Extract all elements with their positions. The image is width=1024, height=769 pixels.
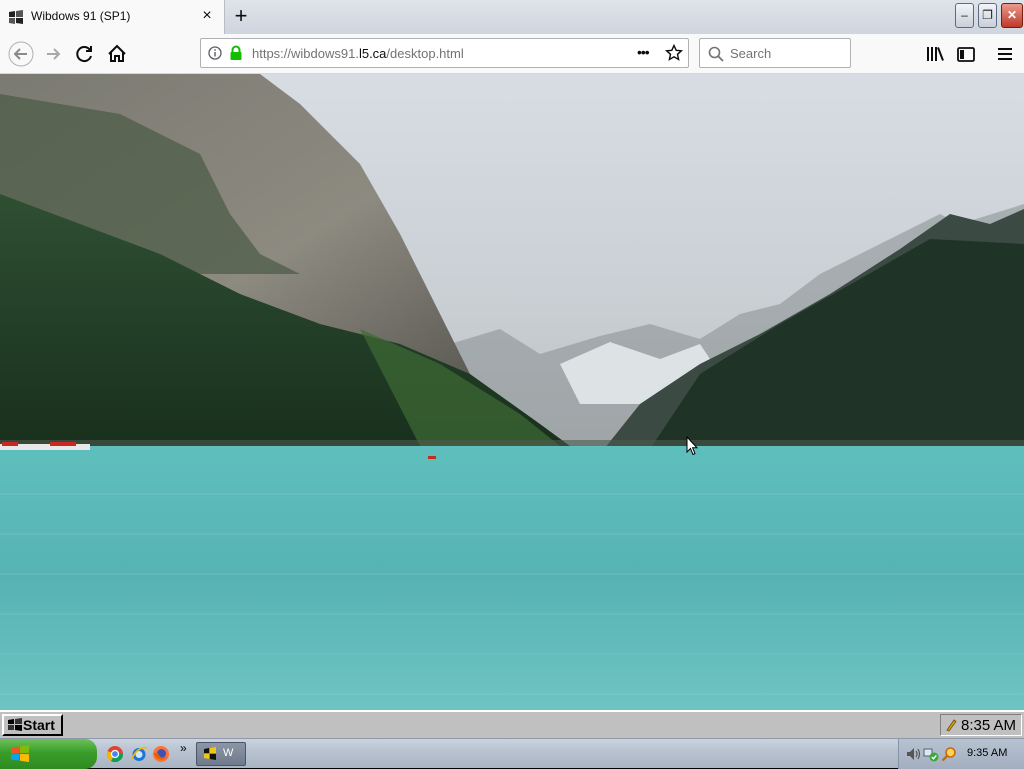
search-bar[interactable] — [699, 38, 851, 68]
url-path: /desktop.html — [386, 46, 464, 61]
search-input[interactable] — [730, 45, 840, 61]
magnifier-icon[interactable] — [941, 746, 957, 762]
w91-logo-icon — [8, 718, 22, 731]
host-system-tray: 9:35 AM — [898, 739, 1024, 769]
network-status-icon[interactable] — [923, 746, 939, 762]
reload-button[interactable] — [72, 41, 98, 67]
pen-icon[interactable] — [945, 718, 957, 732]
taskbar-button-label: W — [223, 747, 234, 759]
w91-start-label: Start — [23, 717, 55, 733]
quick-launch-overflow[interactable]: » — [180, 741, 187, 755]
home-icon — [108, 44, 126, 62]
sidebar-icon — [957, 47, 975, 62]
navigation-toolbar: https://wibdows91.l5.ca/desktop.html ••• — [0, 34, 1024, 74]
minimize-button[interactable]: – — [955, 3, 974, 28]
windows-flag-icon — [11, 745, 29, 762]
library-icon — [927, 47, 944, 61]
url-prefix: https://wibdows91. — [252, 46, 359, 61]
mouse-cursor-icon — [686, 436, 698, 456]
webpage-viewport — [0, 74, 1024, 710]
search-icon — [708, 46, 724, 62]
url-bar[interactable]: https://wibdows91.l5.ca/desktop.html ••• — [200, 38, 689, 68]
hamburger-menu-icon — [998, 48, 1012, 60]
forward-button[interactable] — [40, 41, 66, 67]
w91-clock: 8:35 AM — [961, 717, 1017, 734]
tab-strip: Wibdows 91 (SP1) × + – ❐ ✕ — [0, 0, 1024, 34]
new-tab-button[interactable]: + — [230, 5, 252, 28]
info-icon[interactable] — [208, 46, 222, 60]
back-arrow-icon — [8, 41, 34, 67]
internet-explorer-icon[interactable] — [130, 745, 148, 763]
wibdows-app-icon — [204, 747, 216, 760]
bookmark-star-icon[interactable] — [665, 44, 683, 62]
wibdows-favicon-icon — [9, 10, 23, 24]
taskbar-button-wibdows[interactable]: W — [196, 742, 246, 766]
library-button[interactable] — [922, 41, 948, 67]
desktop-wallpaper — [0, 74, 1024, 710]
restore-button[interactable]: ❐ — [978, 3, 997, 28]
volume-icon[interactable] — [905, 746, 921, 762]
forward-arrow-icon — [47, 48, 61, 60]
tab-wibdows91[interactable]: Wibdows 91 (SP1) × — [0, 0, 225, 34]
tab-title: Wibdows 91 (SP1) — [31, 9, 131, 23]
host-clock: 9:35 AM — [967, 747, 1008, 759]
close-window-button[interactable]: ✕ — [1001, 3, 1023, 28]
url-text: https://wibdows91.l5.ca/desktop.html — [252, 46, 464, 61]
firefox-icon[interactable] — [152, 745, 170, 763]
reload-icon — [76, 46, 92, 63]
chrome-icon[interactable] — [106, 745, 124, 763]
home-button[interactable] — [104, 41, 130, 67]
w91-taskbar: Start 8:35 AM — [0, 710, 1024, 738]
hamburger-menu-button[interactable] — [992, 41, 1018, 67]
w91-start-button[interactable]: Start — [2, 714, 63, 736]
url-host: l5.ca — [358, 46, 387, 61]
lock-icon[interactable] — [229, 45, 243, 61]
page-actions-menu[interactable]: ••• — [637, 44, 657, 60]
sidebar-button[interactable] — [953, 41, 979, 67]
back-button[interactable] — [8, 41, 34, 67]
xp-start-button[interactable] — [0, 739, 97, 769]
host-taskbar: » W 9:35 AM — [0, 738, 1024, 769]
w91-system-tray: 8:35 AM — [940, 714, 1022, 736]
tab-close-icon[interactable]: × — [199, 8, 215, 24]
